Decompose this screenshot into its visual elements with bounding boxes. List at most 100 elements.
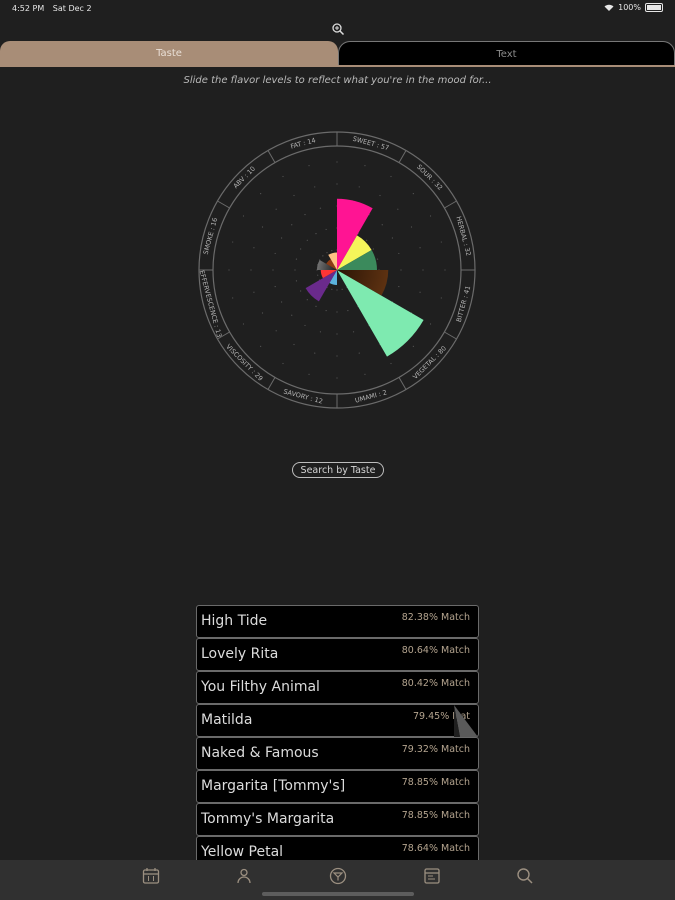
wheel-separator [267, 150, 276, 163]
wheel-grid-dot [261, 226, 264, 228]
wheel-grid-dot [419, 247, 421, 249]
tab-text[interactable]: Text [338, 41, 675, 66]
result-row[interactable]: High Tide 82.38% Match [196, 605, 479, 638]
wheel-grid-dot [306, 299, 308, 301]
wheel-grid-dot [300, 248, 302, 250]
wheel-grid-dot [341, 288, 343, 290]
status-right: 100% [604, 3, 663, 12]
wheel-label: UMAMI : 2 [354, 388, 388, 404]
wheel-grid-dot [242, 215, 245, 217]
wheel-grid-dot [372, 248, 374, 250]
status-left: 4:52 PM Sat Dec 2 [12, 4, 98, 13]
wheel-grid-dot [295, 258, 298, 260]
calendar-icon[interactable] [142, 867, 160, 885]
wheel-grid-dot [228, 269, 230, 271]
wheel-grid-dot [291, 224, 293, 226]
wheel-grid-dot [390, 362, 392, 365]
wheel-grid-dot [410, 226, 413, 228]
result-row[interactable]: Yellow Petal 78.64% Match [196, 836, 479, 860]
result-row[interactable]: Tommy's Margarita 78.85% Match [196, 803, 479, 836]
wheel-grid-dot [412, 193, 414, 195]
wheel-grid-dot [315, 233, 317, 235]
wheel-grid-dot [291, 314, 293, 316]
result-row[interactable]: Naked & Famous 79.32% Match [196, 737, 479, 770]
wheel-segments[interactable] [305, 198, 424, 357]
wheel-grid-dot [261, 312, 264, 314]
result-row[interactable]: You Filthy Animal 80.42% Match [196, 671, 479, 704]
wheel-grid-dot [419, 291, 421, 293]
wheel-separator [444, 331, 457, 340]
wheel-grid-dot [300, 290, 302, 292]
result-name: You Filthy Animal [201, 679, 320, 695]
wheel-grid-dot [282, 175, 284, 178]
wheel-grid-dot [322, 255, 324, 257]
wheel-grid-dot [319, 207, 322, 209]
status-bar: 4:52 PM Sat Dec 2 100% [0, 0, 675, 18]
wheel-grid-dot [336, 355, 338, 357]
wheel-grid-dot [325, 228, 327, 231]
result-match: 79.32% Match [401, 744, 470, 755]
zoom-icon[interactable] [331, 22, 345, 36]
result-name: Margarita [Tommy's] [201, 778, 346, 794]
wheel-grid-dot [364, 165, 366, 167]
search-by-taste-button[interactable]: Search by Taste [292, 462, 384, 478]
wheel-grid-dot [304, 324, 306, 327]
wheel-grid-dot [295, 280, 298, 282]
result-match: 78.64% Match [401, 843, 470, 854]
flavor-wheel[interactable]: SWEET : 57SOUR : 32HERBAL : 32BITTER : 4… [187, 122, 487, 422]
wheel-grid-dot [306, 239, 308, 241]
wheel-grid-dot [429, 215, 432, 217]
document-icon[interactable] [423, 867, 441, 885]
wheel-label: SMOKE : 16 [202, 217, 220, 256]
wheel-grid-dot [400, 269, 402, 271]
wheel-grid-dot [294, 269, 296, 271]
result-row[interactable]: Margarita [Tommy's] 78.85% Match [196, 770, 479, 803]
wheel-grid-dot [274, 252, 276, 255]
wheel-grid-dot [381, 224, 383, 226]
wheel-grid-dot [440, 297, 442, 299]
wheel-grid-dot [397, 208, 399, 210]
wheel-grid-dot [331, 288, 333, 290]
person-icon[interactable] [235, 867, 253, 885]
wheel-grid-dot [253, 291, 255, 293]
result-name: Tommy's Margarita [201, 811, 335, 827]
wheel-grid-dot [444, 269, 446, 271]
wifi-icon [604, 4, 614, 11]
results-list[interactable]: High Tide 82.38% Match Lovely Rita 80.64… [196, 605, 480, 860]
wheel-grid-dot [336, 183, 338, 185]
wheel-grid-dot [358, 352, 360, 354]
wheel-grid-dot [319, 331, 322, 333]
wheel-grid-dot [326, 252, 328, 254]
wheel-grid-dot [308, 373, 310, 375]
status-date: Sat Dec 2 [52, 4, 92, 13]
wheel-grid-dot [260, 193, 262, 195]
wheel-label: EFFERVESCENCE : 13 [198, 269, 224, 338]
wheel-grid-dot [398, 252, 400, 255]
result-name: Lovely Rita [201, 646, 279, 662]
wheel-segment-viscosity[interactable] [305, 270, 337, 302]
wheel-separator [217, 200, 230, 209]
wheel-grid-dot [398, 285, 400, 288]
tab-bar: Taste Text [0, 41, 675, 66]
result-match: 78.85% Match [401, 777, 470, 788]
wheel-label: SWEET : 57 [352, 135, 390, 152]
result-name: Naked & Famous [201, 745, 319, 761]
wheel-grid-dot [280, 237, 283, 239]
wheel-grid-dot [352, 331, 355, 333]
result-row[interactable]: Matilda 79.45% Mat [196, 704, 479, 737]
result-row[interactable]: Lovely Rita 80.64% Match [196, 638, 479, 671]
search-icon[interactable] [516, 867, 534, 885]
battery-icon [645, 3, 663, 12]
wheel-grid-dot [379, 194, 381, 197]
subtitle: Slide the flavor levels to reflect what … [183, 75, 492, 86]
wheel-label: VISCOSITY : 29 [224, 343, 264, 383]
wheel-label: SAVORY : 12 [283, 387, 324, 405]
wheel-grid-dot [376, 258, 379, 260]
wheel-grid-dot [260, 345, 262, 347]
wheel-grid-dot [314, 352, 316, 354]
wheel-grid-dot [274, 285, 276, 288]
wheel-grid-dot [325, 309, 327, 312]
cocktail-icon[interactable] [329, 867, 347, 885]
wheel-grid-dot [315, 305, 317, 307]
tab-taste[interactable]: Taste [0, 41, 338, 66]
